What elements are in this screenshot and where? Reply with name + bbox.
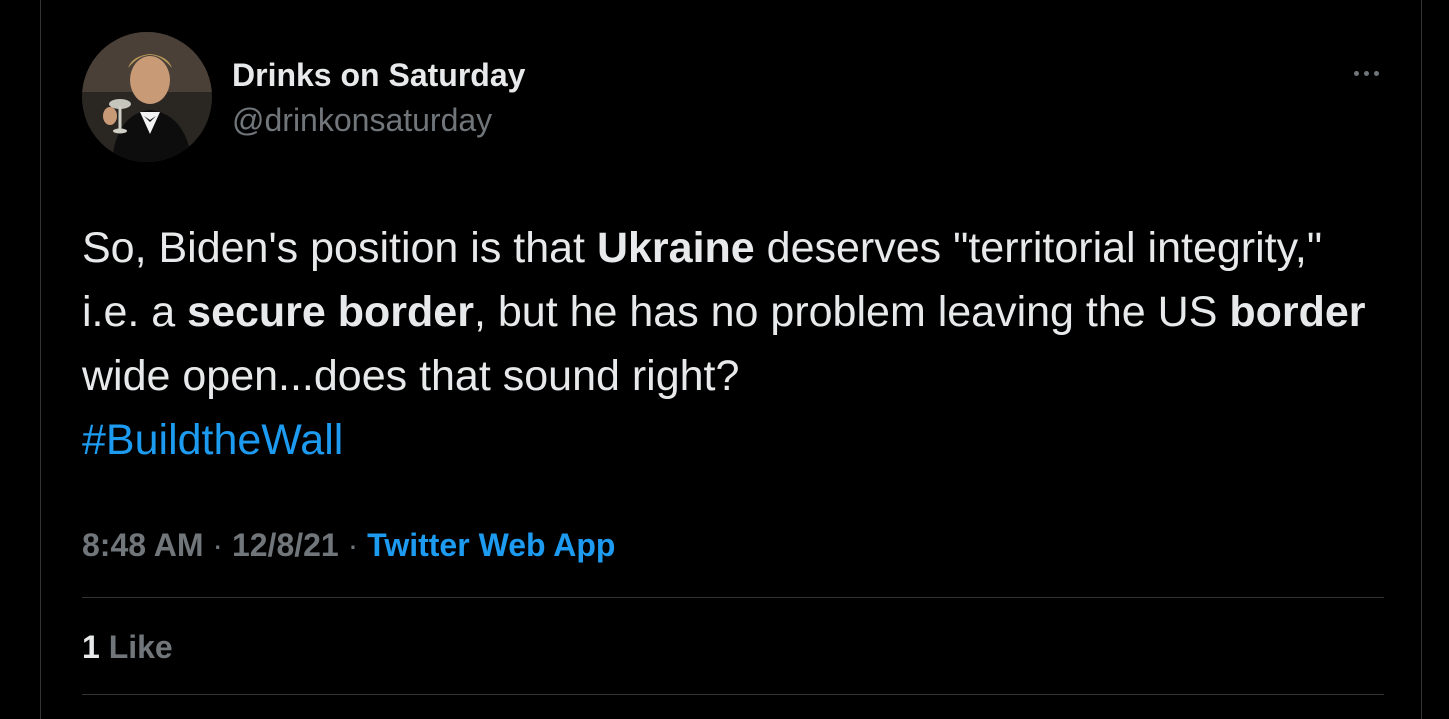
tweet-text-bold: border bbox=[1229, 288, 1366, 336]
tweet-text-segment: So, Biden's position is that bbox=[82, 224, 597, 272]
author-display-name[interactable]: Drinks on Saturday bbox=[232, 56, 525, 94]
avatar-image bbox=[82, 32, 212, 162]
divider bbox=[82, 597, 1384, 598]
more-options-button[interactable] bbox=[1344, 58, 1388, 88]
meta-separator: · bbox=[347, 527, 359, 563]
tweet-text-bold: Ukraine bbox=[596, 224, 755, 272]
likes-label: Like bbox=[108, 629, 173, 665]
tweet-text-segment: wide open...does that sound right? bbox=[82, 352, 740, 400]
more-horizontal-icon-dot bbox=[1363, 70, 1369, 76]
more-horizontal-icon bbox=[1353, 70, 1359, 76]
meta-separator: · bbox=[212, 527, 224, 563]
tweet-source-link[interactable]: Twitter Web App bbox=[367, 527, 615, 563]
tweet-text-bold: secure border bbox=[187, 288, 474, 336]
hashtag-link[interactable]: #BuildtheWall bbox=[82, 416, 343, 464]
likes-count: 1 bbox=[82, 629, 100, 665]
tweet-date[interactable]: 12/8/21 bbox=[232, 527, 339, 563]
tweet-time[interactable]: 8:48 AM bbox=[82, 527, 204, 563]
divider bbox=[82, 694, 1384, 695]
tweet-text-segment: , but he has no problem leaving the US bbox=[473, 288, 1230, 336]
avatar[interactable] bbox=[82, 32, 212, 162]
tweet-text: So, Biden's position is that Ukraine des… bbox=[82, 216, 1372, 472]
more-horizontal-icon-dot bbox=[1373, 70, 1379, 76]
author-handle[interactable]: @drinkonsaturday bbox=[232, 101, 492, 139]
tweet-metadata: 8:48 AM · 12/8/21 · Twitter Web App bbox=[82, 524, 615, 566]
likes-link[interactable]: 1 Like bbox=[82, 627, 173, 667]
